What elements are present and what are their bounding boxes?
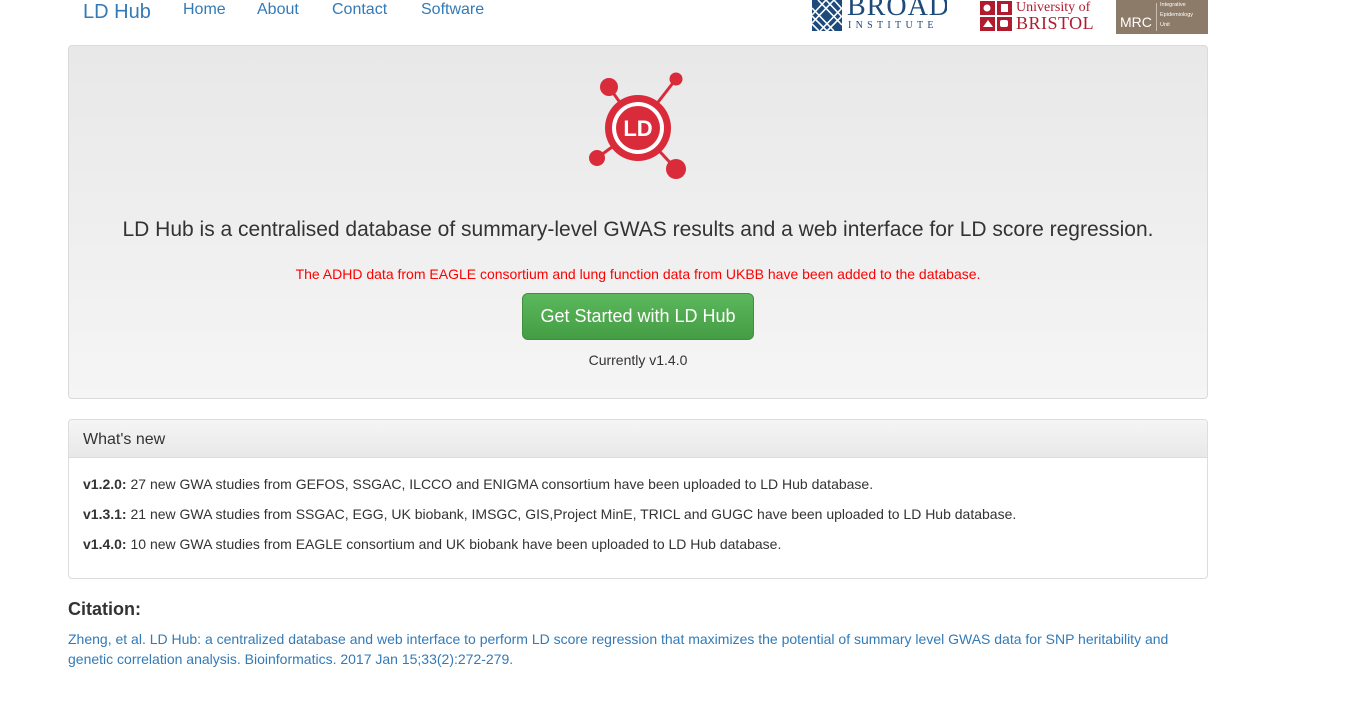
news-text: 21 new GWA studies from SSGAC, EGG, UK b… — [126, 506, 1017, 522]
broad-institute-logo[interactable]: BROAD INSTITUTE — [812, 0, 947, 34]
whats-new-title: What's new — [83, 431, 166, 448]
hero-jumbotron: LD LD Hub is a centralised database of s… — [68, 45, 1208, 399]
hero-notice: The ADHD data from EAGLE consortium and … — [295, 266, 981, 282]
news-version: v1.3.1: — [83, 506, 127, 522]
navbar: LD Hub Home About Contact Software BROAD… — [0, 0, 1351, 40]
mrc-divider — [1156, 3, 1157, 31]
nav-contact-link[interactable]: Contact — [332, 0, 387, 20]
nav-software-link[interactable]: Software — [421, 0, 484, 20]
news-version: v1.2.0: — [83, 476, 127, 492]
news-text: 10 new GWA studies from EAGLE consortium… — [126, 536, 782, 552]
nav-about-link[interactable]: About — [257, 0, 299, 20]
bristol-line-2: BRISTOL — [1016, 13, 1095, 33]
news-version: v1.4.0: — [83, 536, 127, 552]
broad-mark-icon — [812, 0, 842, 31]
ld-hub-logo-text: LD — [623, 116, 652, 141]
broad-name: BROAD — [847, 0, 947, 22]
citation-heading: Citation: — [68, 599, 141, 619]
news-item: v1.4.0: 10 new GWA studies from EAGLE co… — [83, 535, 781, 553]
get-started-button[interactable]: Get Started with LD Hub — [522, 293, 754, 340]
mrc-line-1: Integrative — [1160, 2, 1186, 8]
university-of-bristol-logo[interactable]: University of BRISTOL — [980, 0, 1098, 34]
broad-subtitle: INSTITUTE — [848, 20, 938, 31]
brand-link[interactable]: LD Hub — [83, 0, 151, 24]
ld-hub-logo-icon: LD — [589, 72, 686, 179]
nav-home-link[interactable]: Home — [183, 0, 226, 20]
news-item: v1.2.0: 27 new GWA studies from GEFOS, S… — [83, 475, 873, 493]
news-item: v1.3.1: 21 new GWA studies from SSGAC, E… — [83, 505, 1016, 523]
mrc-name: MRC — [1120, 14, 1152, 30]
bristol-crest-icon — [980, 1, 1012, 31]
news-text: 27 new GWA studies from GEFOS, SSGAC, IL… — [126, 476, 874, 492]
whats-new-heading: What's new — [69, 420, 1207, 458]
mrc-line-3: Unit — [1160, 22, 1170, 28]
citation-link[interactable]: Zheng, et al. LD Hub: a centralized data… — [68, 629, 1208, 669]
version-label: Currently v1.4.0 — [588, 352, 688, 368]
hero-lead-text: LD Hub is a centralised database of summ… — [122, 218, 1154, 241]
mrc-line-2: Epidemiology — [1160, 12, 1194, 18]
whats-new-panel: What's new v1.2.0: 27 new GWA studies fr… — [68, 419, 1208, 579]
mrc-ieu-logo[interactable]: MRC Integrative Epidemiology Unit — [1116, 0, 1208, 34]
